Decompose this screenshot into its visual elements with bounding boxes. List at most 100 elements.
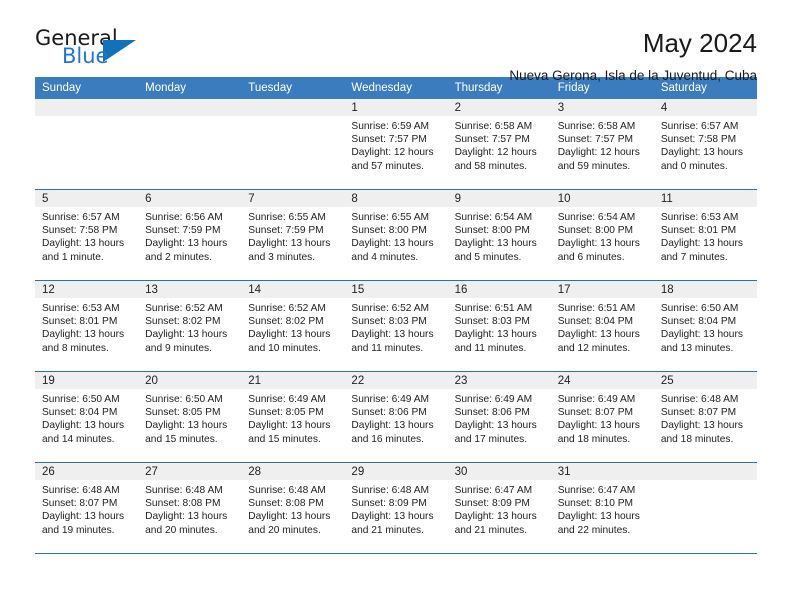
- calendar-day-cell[interactable]: 28 Sunrise: 6:48 AM Sunset: 8:08 PM Dayligh…: [241, 462, 345, 553]
- calendar-body: 1 Sunrise: 6:59 AM Sunset: 7:57 PM Daylight…: [35, 99, 757, 553]
- daylight-text-line2: and 11 minutes.: [351, 342, 424, 354]
- weekday-header-monday: Monday: [138, 77, 242, 99]
- day-details: Sunrise: 6:50 AM Sunset: 8:05 PM Daylight:…: [138, 389, 241, 446]
- daylight-text-line2: and 3 minutes.: [248, 251, 316, 263]
- calendar-day-cell[interactable]: 17 Sunrise: 6:51 AM Sunset: 8:04 PM Dayligh…: [550, 280, 654, 372]
- sunset-text: Sunset: 8:09 PM: [351, 498, 427, 510]
- sunset-text: Sunset: 8:07 PM: [660, 407, 737, 419]
- calendar-day-cell[interactable]: 22 Sunrise: 6:49 AM Sunset: 8:06 PM Dayligh…: [344, 371, 448, 463]
- day-details: Sunrise: 6:52 AM Sunset: 8:03 PM Daylight:…: [344, 298, 447, 355]
- calendar-day-cell[interactable]: 13 Sunrise: 6:52 AM Sunset: 8:02 PM Dayligh…: [138, 280, 242, 372]
- day-number: 18: [653, 281, 757, 298]
- day-number: 15: [344, 281, 448, 298]
- day-number: 5: [35, 190, 139, 207]
- daylight-text-line2: and 10 minutes.: [248, 342, 321, 354]
- calendar-day-cell[interactable]: 1 Sunrise: 6:59 AM Sunset: 7:57 PM Daylight…: [344, 99, 448, 190]
- calendar-day-cell[interactable]: 27 Sunrise: 6:48 AM Sunset: 8:08 PM Dayligh…: [138, 462, 242, 553]
- calendar-day-cell[interactable]: 9 Sunrise: 6:54 AM Sunset: 8:00 PM Daylight…: [447, 189, 551, 281]
- sunrise-text: Sunrise: 6:48 AM: [248, 485, 326, 496]
- daylight-text-line1: Daylight: 13 hours: [145, 238, 228, 250]
- daylight-text-line2: and 11 minutes.: [454, 342, 527, 354]
- sunset-text: Sunset: 8:04 PM: [42, 407, 118, 419]
- calendar-day-cell[interactable]: 30 Sunrise: 6:47 AM Sunset: 8:09 PM Dayligh…: [447, 462, 551, 553]
- day-number: 10: [550, 190, 654, 207]
- sunrise-text: Sunrise: 6:51 AM: [454, 303, 533, 314]
- daylight-text-line2: and 13 minutes.: [660, 342, 734, 354]
- calendar-day-cell[interactable]: 20 Sunrise: 6:50 AM Sunset: 8:05 PM Dayligh…: [138, 371, 242, 463]
- day-number: 23: [447, 372, 551, 389]
- calendar-day-cell[interactable]: 19 Sunrise: 6:50 AM Sunset: 8:04 PM Dayligh…: [35, 371, 139, 463]
- sunrise-text: Sunrise: 6:50 AM: [660, 303, 739, 314]
- calendar-day-cell[interactable]: 14 Sunrise: 6:52 AM Sunset: 8:02 PM Dayligh…: [241, 280, 345, 372]
- calendar-day-cell[interactable]: 21 Sunrise: 6:49 AM Sunset: 8:05 PM Dayligh…: [241, 371, 345, 463]
- general-blue-logo[interactable]: General Blue: [35, 28, 150, 74]
- daylight-text-line2: and 20 minutes.: [248, 524, 321, 536]
- daylight-text-line2: and 21 minutes.: [454, 524, 528, 536]
- calendar-day-cell[interactable]: 25 Sunrise: 6:48 AM Sunset: 8:07 PM Dayligh…: [653, 371, 757, 463]
- day-number: 7: [241, 190, 345, 207]
- calendar-day-cell-empty: [35, 99, 139, 190]
- daylight-text-line1: Daylight: 13 hours: [454, 511, 537, 523]
- calendar-day-cell[interactable]: 18 Sunrise: 6:50 AM Sunset: 8:04 PM Dayligh…: [653, 280, 757, 372]
- daylight-text-line2: and 1 minute.: [42, 251, 104, 263]
- sunrise-text: Sunrise: 6:51 AM: [557, 303, 636, 314]
- day-details: Sunrise: 6:47 AM Sunset: 8:10 PM Daylight:…: [551, 480, 654, 537]
- calendar-week-row: 26 Sunrise: 6:48 AM Sunset: 8:07 PM Dayligh…: [35, 462, 757, 553]
- sunrise-text: Sunrise: 6:56 AM: [145, 212, 223, 223]
- calendar-day-cell[interactable]: 31 Sunrise: 6:47 AM Sunset: 8:10 PM Dayligh…: [550, 462, 654, 553]
- sunset-text: Sunset: 8:00 PM: [557, 225, 634, 237]
- day-details: Sunrise: 6:50 AM Sunset: 8:04 PM Daylight:…: [654, 298, 757, 355]
- calendar-day-cell[interactable]: 5 Sunrise: 6:57 AM Sunset: 7:58 PM Daylight…: [35, 189, 139, 281]
- calendar-day-cell[interactable]: 29 Sunrise: 6:48 AM Sunset: 8:09 PM Dayligh…: [344, 462, 448, 553]
- calendar-day-cell[interactable]: 26 Sunrise: 6:48 AM Sunset: 8:07 PM Dayligh…: [35, 462, 139, 553]
- sunrise-text: Sunrise: 6:48 AM: [42, 485, 120, 496]
- day-number: 22: [344, 372, 448, 389]
- day-details: Sunrise: 6:49 AM Sunset: 8:06 PM Daylight:…: [344, 389, 447, 446]
- day-number: 3: [550, 99, 654, 116]
- calendar-day-cell[interactable]: 23 Sunrise: 6:49 AM Sunset: 8:06 PM Dayligh…: [447, 371, 551, 463]
- day-details: Sunrise: 6:59 AM Sunset: 7:57 PM Daylight:…: [344, 116, 447, 173]
- calendar-day-cell[interactable]: 8 Sunrise: 6:55 AM Sunset: 8:00 PM Daylight…: [344, 189, 448, 281]
- day-number: 1: [344, 99, 448, 116]
- weekday-header-tuesday: Tuesday: [241, 77, 345, 99]
- day-details: Sunrise: 6:55 AM Sunset: 8:00 PM Daylight:…: [344, 207, 447, 264]
- sunrise-text: Sunrise: 6:54 AM: [557, 212, 636, 223]
- calendar-day-cell[interactable]: 4 Sunrise: 6:57 AM Sunset: 7:58 PM Daylight…: [653, 99, 757, 190]
- day-number: 2: [447, 99, 551, 116]
- calendar-day-cell[interactable]: 3 Sunrise: 6:58 AM Sunset: 7:57 PM Daylight…: [550, 99, 654, 190]
- calendar-bottom-divider: [35, 553, 757, 554]
- daylight-text-line1: Daylight: 13 hours: [42, 238, 125, 250]
- sunset-text: Sunset: 8:05 PM: [248, 407, 324, 419]
- sunset-text: Sunset: 8:06 PM: [351, 407, 427, 419]
- calendar-day-cell[interactable]: 15 Sunrise: 6:52 AM Sunset: 8:03 PM Dayligh…: [344, 280, 448, 372]
- day-details: Sunrise: 6:51 AM Sunset: 8:04 PM Daylight:…: [551, 298, 654, 355]
- weekday-header-sunday: Sunday: [35, 77, 139, 99]
- sunset-text: Sunset: 8:10 PM: [557, 498, 634, 510]
- calendar-day-cell[interactable]: 10 Sunrise: 6:54 AM Sunset: 8:00 PM Dayligh…: [550, 189, 654, 281]
- sunrise-text: Sunrise: 6:58 AM: [454, 121, 533, 132]
- calendar-day-cell[interactable]: 6 Sunrise: 6:56 AM Sunset: 7:59 PM Daylight…: [138, 189, 242, 281]
- calendar-day-cell-empty: [241, 99, 345, 190]
- day-number: 11: [653, 190, 757, 207]
- calendar-day-cell[interactable]: 16 Sunrise: 6:51 AM Sunset: 8:03 PM Dayligh…: [447, 280, 551, 372]
- calendar-day-cell[interactable]: 7 Sunrise: 6:55 AM Sunset: 7:59 PM Daylight…: [241, 189, 345, 281]
- calendar-day-cell[interactable]: 2 Sunrise: 6:58 AM Sunset: 7:57 PM Daylight…: [447, 99, 551, 190]
- calendar-day-cell-empty: [138, 99, 242, 190]
- calendar-day-cell[interactable]: 24 Sunrise: 6:49 AM Sunset: 8:07 PM Dayligh…: [550, 371, 654, 463]
- daylight-text-line2: and 19 minutes.: [42, 524, 115, 536]
- day-details: Sunrise: 6:54 AM Sunset: 8:00 PM Daylight:…: [448, 207, 551, 264]
- calendar-week-row: 12 Sunrise: 6:53 AM Sunset: 8:01 PM Dayligh…: [35, 280, 757, 372]
- sunset-text: Sunset: 7:58 PM: [42, 225, 118, 237]
- sunrise-text: Sunrise: 6:47 AM: [557, 485, 636, 496]
- day-details: Sunrise: 6:48 AM Sunset: 8:09 PM Daylight:…: [344, 480, 447, 537]
- daylight-text-line2: and 14 minutes.: [42, 433, 115, 445]
- calendar-page: General Blue May 2024 Nueva Gerona, Isla…: [0, 0, 792, 612]
- sunrise-text: Sunrise: 6:49 AM: [557, 394, 636, 405]
- day-number: 12: [35, 281, 139, 298]
- sunrise-text: Sunrise: 6:57 AM: [660, 121, 739, 132]
- daylight-text-line2: and 0 minutes.: [660, 160, 728, 172]
- sunrise-text: Sunrise: 6:48 AM: [351, 485, 430, 496]
- calendar-day-cell[interactable]: 12 Sunrise: 6:53 AM Sunset: 8:01 PM Dayligh…: [35, 280, 139, 372]
- calendar-day-cell[interactable]: 11 Sunrise: 6:53 AM Sunset: 8:01 PM Dayligh…: [653, 189, 757, 281]
- sunrise-text: Sunrise: 6:48 AM: [660, 394, 739, 405]
